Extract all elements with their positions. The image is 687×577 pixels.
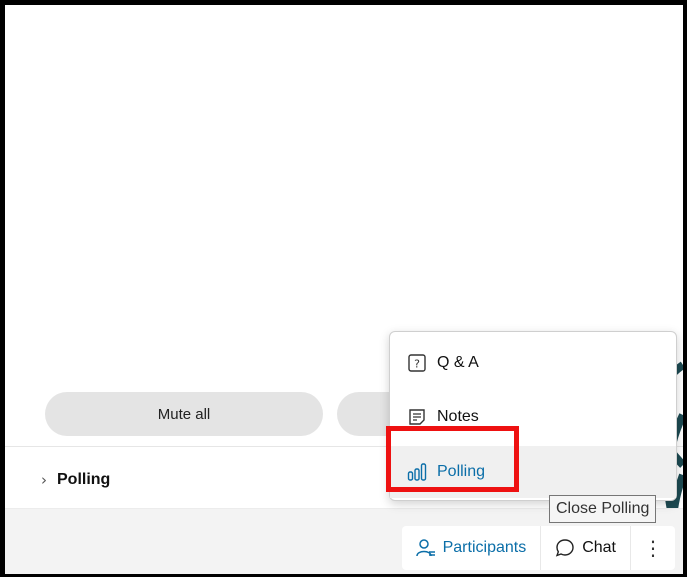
participants-icon — [415, 539, 435, 557]
svg-text:?: ? — [414, 358, 420, 371]
chevron-right-icon: › — [41, 471, 47, 489]
more-options-menu: ? Q & A Notes Polling — [389, 331, 677, 501]
participants-label: Participants — [442, 539, 527, 556]
polling-section-label: Polling — [57, 471, 111, 488]
menu-item-notes[interactable]: Notes — [390, 391, 676, 443]
footer-controls: Participants Chat ⋮ — [401, 526, 675, 570]
more-options-button[interactable]: ⋮ — [631, 526, 675, 570]
menu-item-polling[interactable]: Polling — [390, 446, 676, 498]
menu-item-qa[interactable]: ? Q & A — [390, 337, 676, 389]
chat-icon — [556, 539, 574, 557]
menu-item-label: Q & A — [437, 354, 479, 371]
notes-icon — [407, 407, 427, 427]
tooltip: Close Polling — [549, 495, 657, 523]
meeting-window: Mute all › Polling Participants Chat ⋮ ?… — [5, 5, 683, 574]
menu-item-label: Notes — [437, 408, 479, 425]
polling-bars-icon — [407, 462, 427, 482]
participants-button[interactable]: Participants — [402, 526, 542, 570]
question-box-icon: ? — [407, 353, 427, 373]
chat-button[interactable]: Chat — [541, 526, 631, 570]
more-vertical-icon: ⋮ — [643, 537, 663, 560]
chat-label: Chat — [582, 539, 616, 556]
mute-all-button[interactable]: Mute all — [45, 392, 323, 436]
menu-item-label: Polling — [437, 463, 486, 480]
polling-section-header[interactable]: › Polling — [41, 463, 110, 497]
